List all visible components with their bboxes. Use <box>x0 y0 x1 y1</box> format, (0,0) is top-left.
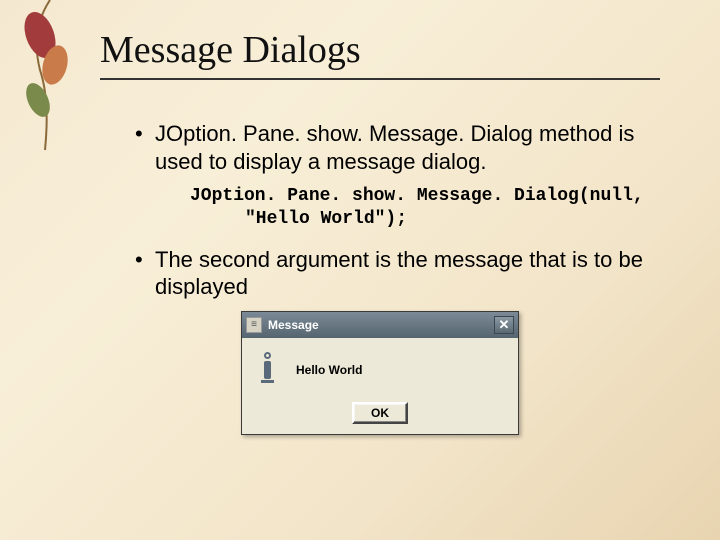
information-icon <box>254 352 280 388</box>
dialog-message: Hello World <box>296 363 362 377</box>
code-line-2: "Hello World"); <box>190 208 660 231</box>
dialog-close-button[interactable]: ✕ <box>494 316 514 334</box>
code-line-1: JOption. Pane. show. Message. Dialog(nul… <box>190 185 660 208</box>
ok-button[interactable]: OK <box>352 402 408 424</box>
dialog-titlebar[interactable]: ≡ Message ✕ <box>242 312 518 338</box>
bullet-item-2: The second argument is the message that … <box>135 246 660 301</box>
message-dialog-window: ≡ Message ✕ Hello World OK <box>241 311 519 435</box>
slide-title: Message Dialogs <box>100 28 660 80</box>
java-app-icon: ≡ <box>246 317 262 333</box>
bullet-item-1: JOption. Pane. show. Message. Dialog met… <box>135 120 660 175</box>
dialog-title: Message <box>268 318 488 332</box>
code-example: JOption. Pane. show. Message. Dialog(nul… <box>190 185 660 232</box>
